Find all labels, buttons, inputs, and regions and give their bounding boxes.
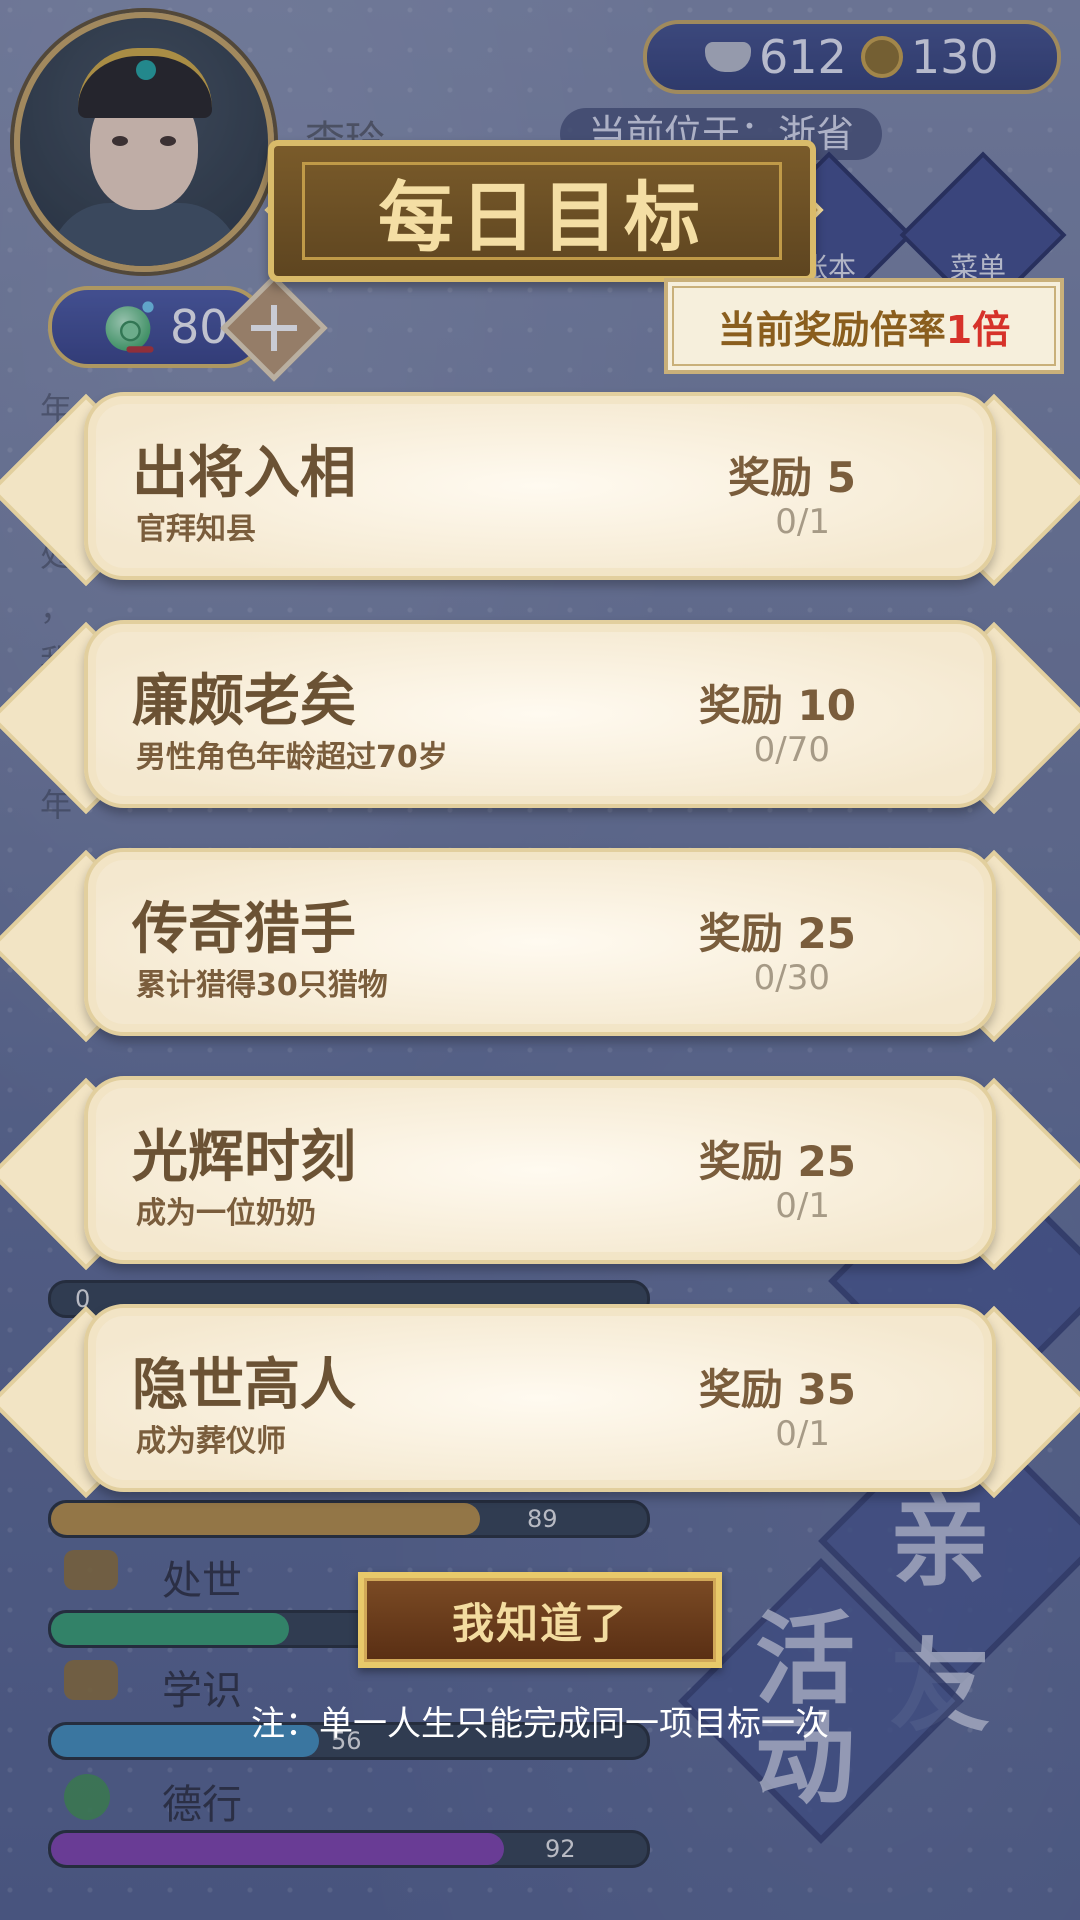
task-progress: 0/1 [775, 1414, 830, 1454]
task-title: 隐世高人 [132, 1353, 356, 1418]
confirm-button[interactable]: 我知道了 [358, 1572, 722, 1668]
task-card: 出将入相 官拜知县 奖励 5 0/1 [0, 392, 1080, 587]
task-card: 廉颇老矣 男性角色年龄超过70岁 奖励 10 0/70 [0, 620, 1080, 815]
task-card: 隐世高人 成为葬仪师 奖励 35 0/1 [0, 1304, 1080, 1499]
task-description: 官拜知县 [136, 512, 256, 547]
task-progress: 0/1 [775, 502, 830, 542]
task-description: 成为一位奶奶 [136, 1196, 316, 1231]
task-description: 男性角色年龄超过70岁 [136, 740, 448, 775]
footnote: 注：单一人生只能完成同一项目标一次 [251, 1704, 829, 1744]
reward-multiplier: 当前奖励倍率 1倍 [664, 278, 1064, 374]
task-reward: 奖励 25 [698, 909, 856, 958]
task-description: 成为葬仪师 [136, 1424, 286, 1459]
dialog-title-banner: 每日目标 [268, 140, 816, 282]
dialog-title: 每日目标 [302, 162, 782, 262]
task-card: 光辉时刻 成为一位奶奶 奖励 25 0/1 [0, 1076, 1080, 1271]
task-progress: 0/30 [753, 958, 830, 998]
confirm-button-label: 我知道了 [364, 1578, 716, 1662]
multiplier-value: 1倍 [945, 307, 1011, 352]
task-title: 传奇猎手 [132, 897, 356, 962]
task-reward: 奖励 35 [698, 1365, 856, 1414]
task-title: 光辉时刻 [132, 1125, 356, 1190]
task-description: 累计猎得30只猎物 [136, 968, 388, 1003]
task-progress: 0/1 [775, 1186, 830, 1226]
task-progress: 0/70 [753, 730, 830, 770]
task-reward: 奖励 5 [728, 453, 856, 502]
multiplier-label: 当前奖励倍率 [717, 307, 946, 352]
task-reward: 奖励 10 [698, 681, 856, 730]
task-title: 廉颇老矣 [132, 669, 356, 734]
task-title: 出将入相 [132, 441, 356, 506]
task-card: 传奇猎手 累计猎得30只猎物 奖励 25 0/30 [0, 848, 1080, 1043]
task-reward: 奖励 25 [698, 1137, 856, 1186]
